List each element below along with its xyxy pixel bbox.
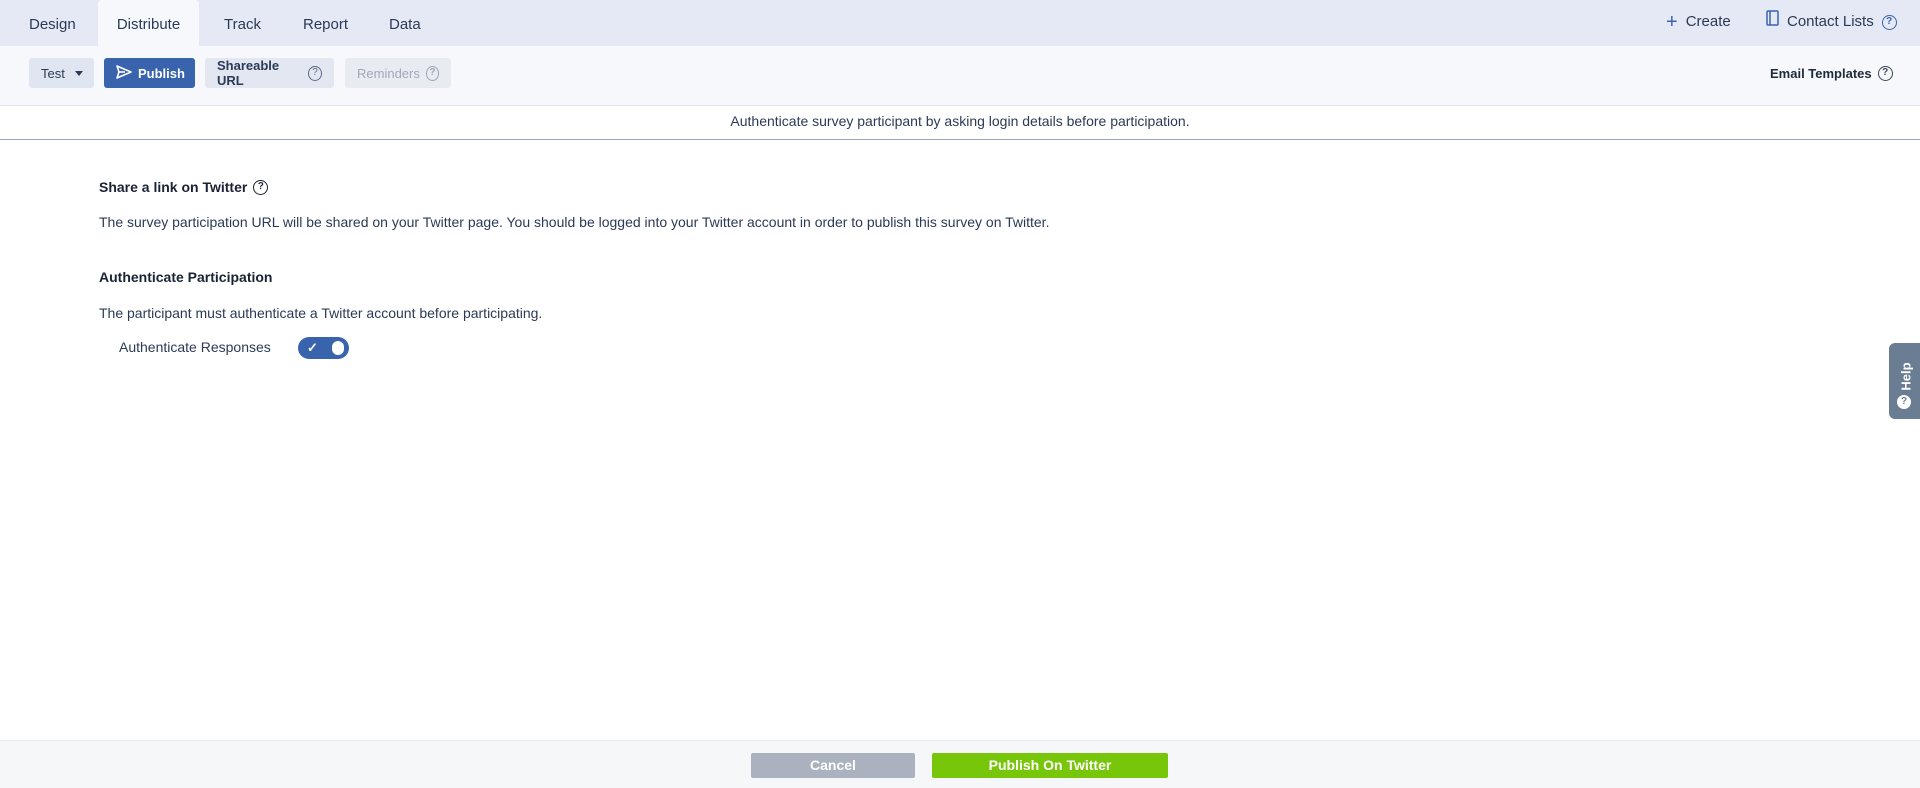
banner-text: Authenticate survey participant by askin… [730,113,1190,129]
help-question-icon[interactable]: ? [1877,65,1893,81]
cancel-button[interactable]: Cancel [751,753,915,778]
email-templates-link[interactable]: Email Templates ? [1758,58,1905,88]
help-question-icon[interactable]: ? [308,65,322,81]
publish-on-twitter-button[interactable]: Publish On Twitter [932,753,1168,778]
auth-section-title: Authenticate Participation [99,269,273,285]
plus-icon: + [1666,11,1678,33]
authenticate-responses-label: Authenticate Responses [119,339,271,355]
help-question-icon: ? [425,65,439,81]
create-label: Create [1685,13,1731,30]
reminders-label: Reminders [357,65,420,81]
share-title-text: Share a link on Twitter [99,179,248,195]
send-icon [116,64,132,82]
tab-design[interactable]: Design [9,0,96,46]
footer-bar: Cancel Publish On Twitter [0,740,1920,788]
tab-data[interactable]: Data [369,0,441,46]
create-button[interactable]: + Create [1666,0,1731,44]
check-icon: ✓ [307,340,318,355]
distribute-toolbar: Test Publish Shareable URL ? Reminders ?… [0,46,1920,106]
test-dropdown-button[interactable]: Test [29,58,94,88]
shareable-url-label: Shareable URL [217,58,280,88]
email-templates-label: Email Templates [1770,65,1872,81]
share-description: The survey participation URL will be sha… [99,214,1050,230]
shareable-url-button[interactable]: Shareable URL ? [205,58,334,88]
help-question-icon[interactable]: ? [253,179,269,195]
tab-distribute[interactable]: Distribute [98,0,199,46]
help-question-icon[interactable]: ? [1881,14,1897,30]
publish-label: Publish [138,65,185,81]
publish-button[interactable]: Publish [104,58,195,88]
authenticate-responses-toggle[interactable]: ✓ [298,337,349,359]
question-icon: ? [1897,395,1911,409]
test-label: Test [41,65,65,81]
info-banner: Authenticate survey participant by askin… [0,106,1920,140]
contact-lists-button[interactable]: Contact Lists ? [1766,0,1897,44]
share-section-title: Share a link on Twitter ? [99,179,269,195]
book-icon [1766,0,1779,44]
reminders-button[interactable]: Reminders ? [345,58,451,88]
contact-lists-label: Contact Lists [1787,13,1874,30]
toggle-knob [332,341,344,355]
top-tab-bar: Design Distribute Track Report Data + Cr… [0,0,1920,46]
auth-description: The participant must authenticate a Twit… [99,305,543,321]
tab-report[interactable]: Report [283,0,368,46]
tab-track[interactable]: Track [204,0,281,46]
help-side-tab[interactable]: Help ? [1889,343,1920,419]
help-label: Help [1898,362,1914,391]
caret-down-icon [74,70,83,76]
